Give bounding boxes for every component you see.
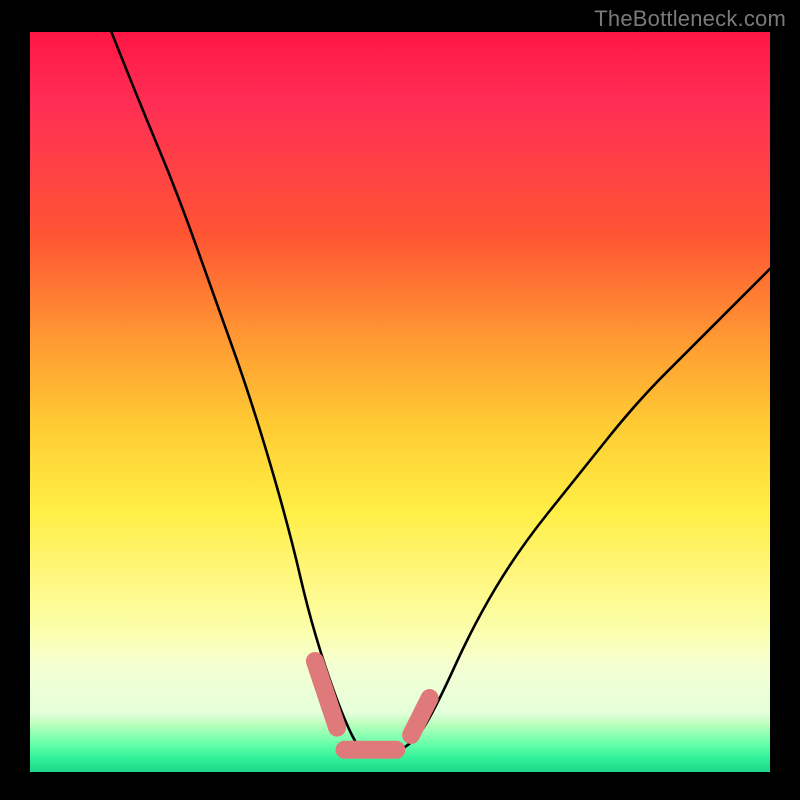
watermark-text: TheBottleneck.com — [594, 6, 786, 32]
optimal-range-highlight — [315, 661, 430, 750]
highlight-segment — [315, 661, 337, 728]
bottleneck-curve — [111, 32, 770, 757]
curve-layer — [30, 32, 770, 772]
highlight-segment — [411, 698, 430, 735]
chart-frame: TheBottleneck.com — [0, 0, 800, 800]
plot-area — [30, 32, 770, 772]
